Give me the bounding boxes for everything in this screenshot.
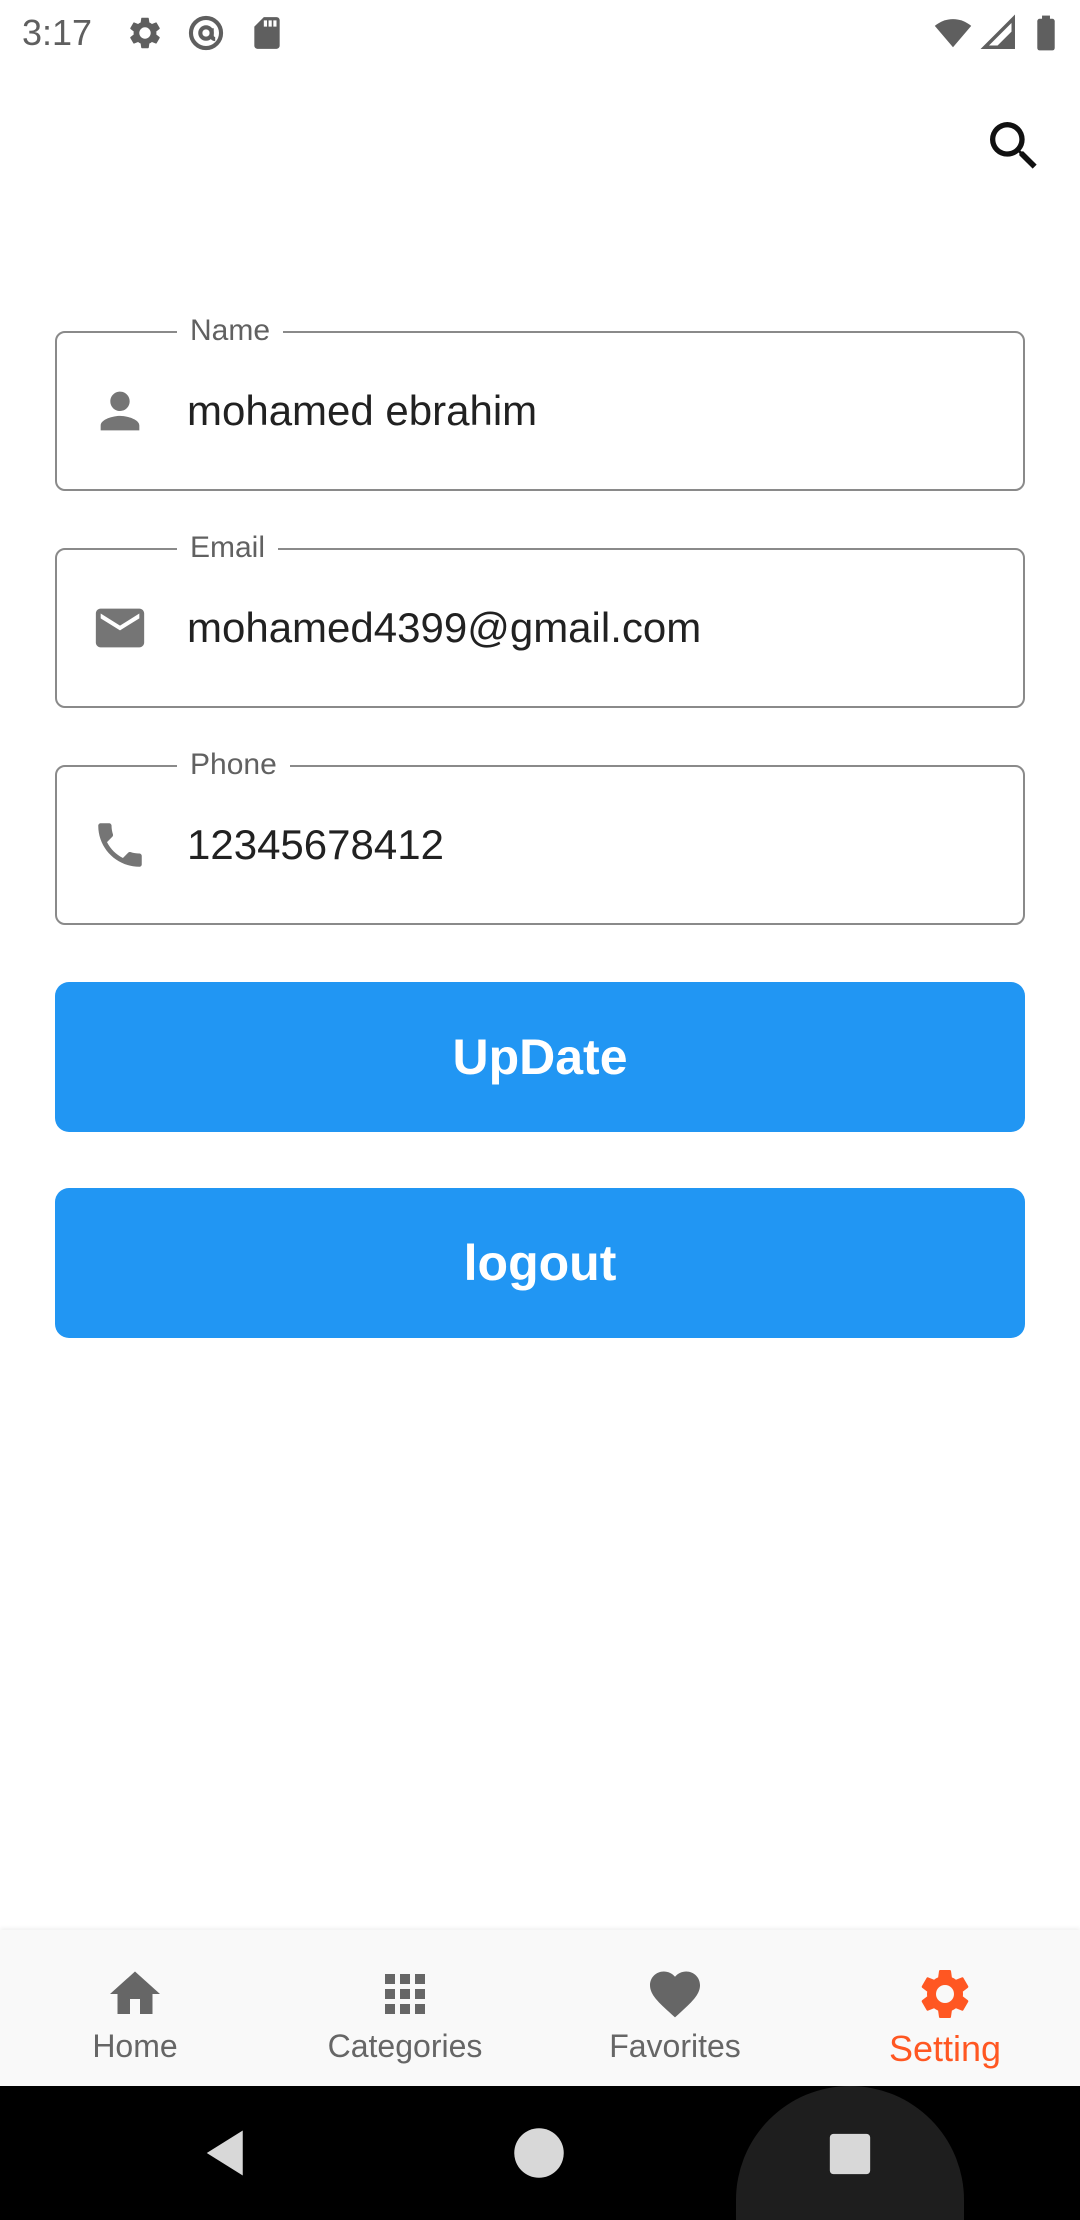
email-field[interactable]: Email — [55, 528, 1025, 708]
nav-label-categories: Categories — [327, 2028, 483, 2064]
settings-icon — [915, 1964, 975, 2024]
email-input[interactable] — [187, 598, 993, 658]
nav-item-favorites[interactable]: Favorites — [540, 1930, 810, 2086]
recents-square-icon — [828, 2132, 872, 2176]
nav-item-categories[interactable]: Categories — [270, 1930, 540, 2086]
home-circle-icon — [514, 2128, 564, 2178]
back-triangle-icon — [206, 2130, 243, 2176]
search-icon — [990, 122, 1037, 169]
nav-label-home: Home — [92, 2028, 178, 2064]
logout-button[interactable]: logout — [55, 1188, 1025, 1338]
recents-button[interactable] — [736, 2086, 964, 2220]
sd-card-icon — [248, 14, 286, 52]
battery-icon — [1030, 14, 1062, 52]
search-button[interactable] — [982, 114, 1046, 178]
bottom-navigation: Home Categories Favorites Setting — [0, 1930, 1080, 2086]
status-time: 3:17 — [22, 12, 93, 53]
email-field-label: Email — [177, 528, 279, 568]
nav-label-setting: Setting — [888, 2028, 1002, 2069]
name-field[interactable]: Name — [55, 311, 1025, 491]
person-icon — [91, 382, 149, 440]
settings-icon — [126, 14, 164, 52]
system-navigation-bar — [0, 2086, 1080, 2220]
phone-icon — [91, 816, 149, 874]
at-sign-icon — [187, 14, 225, 52]
update-button[interactable]: UpDate — [55, 982, 1025, 1132]
nav-item-setting[interactable]: Setting — [810, 1930, 1080, 2086]
phone-field[interactable]: Phone — [55, 745, 1025, 925]
back-button[interactable] — [200, 2126, 254, 2180]
phone-field-label: Phone — [177, 745, 290, 785]
phone-input[interactable] — [187, 815, 993, 875]
heart-icon — [645, 1964, 705, 2024]
name-field-label: Name — [177, 311, 284, 351]
home-button[interactable] — [512, 2126, 566, 2180]
grid-icon — [375, 1964, 435, 2024]
cellular-signal-icon — [980, 14, 1018, 52]
wifi-icon — [934, 14, 972, 52]
nav-item-home[interactable]: Home — [0, 1930, 270, 2086]
mail-icon — [91, 599, 149, 657]
status-bar: 3:17 — [0, 0, 1080, 66]
name-input[interactable] — [187, 381, 993, 441]
home-icon — [105, 1964, 165, 2024]
nav-label-favorites: Favorites — [609, 2028, 741, 2064]
